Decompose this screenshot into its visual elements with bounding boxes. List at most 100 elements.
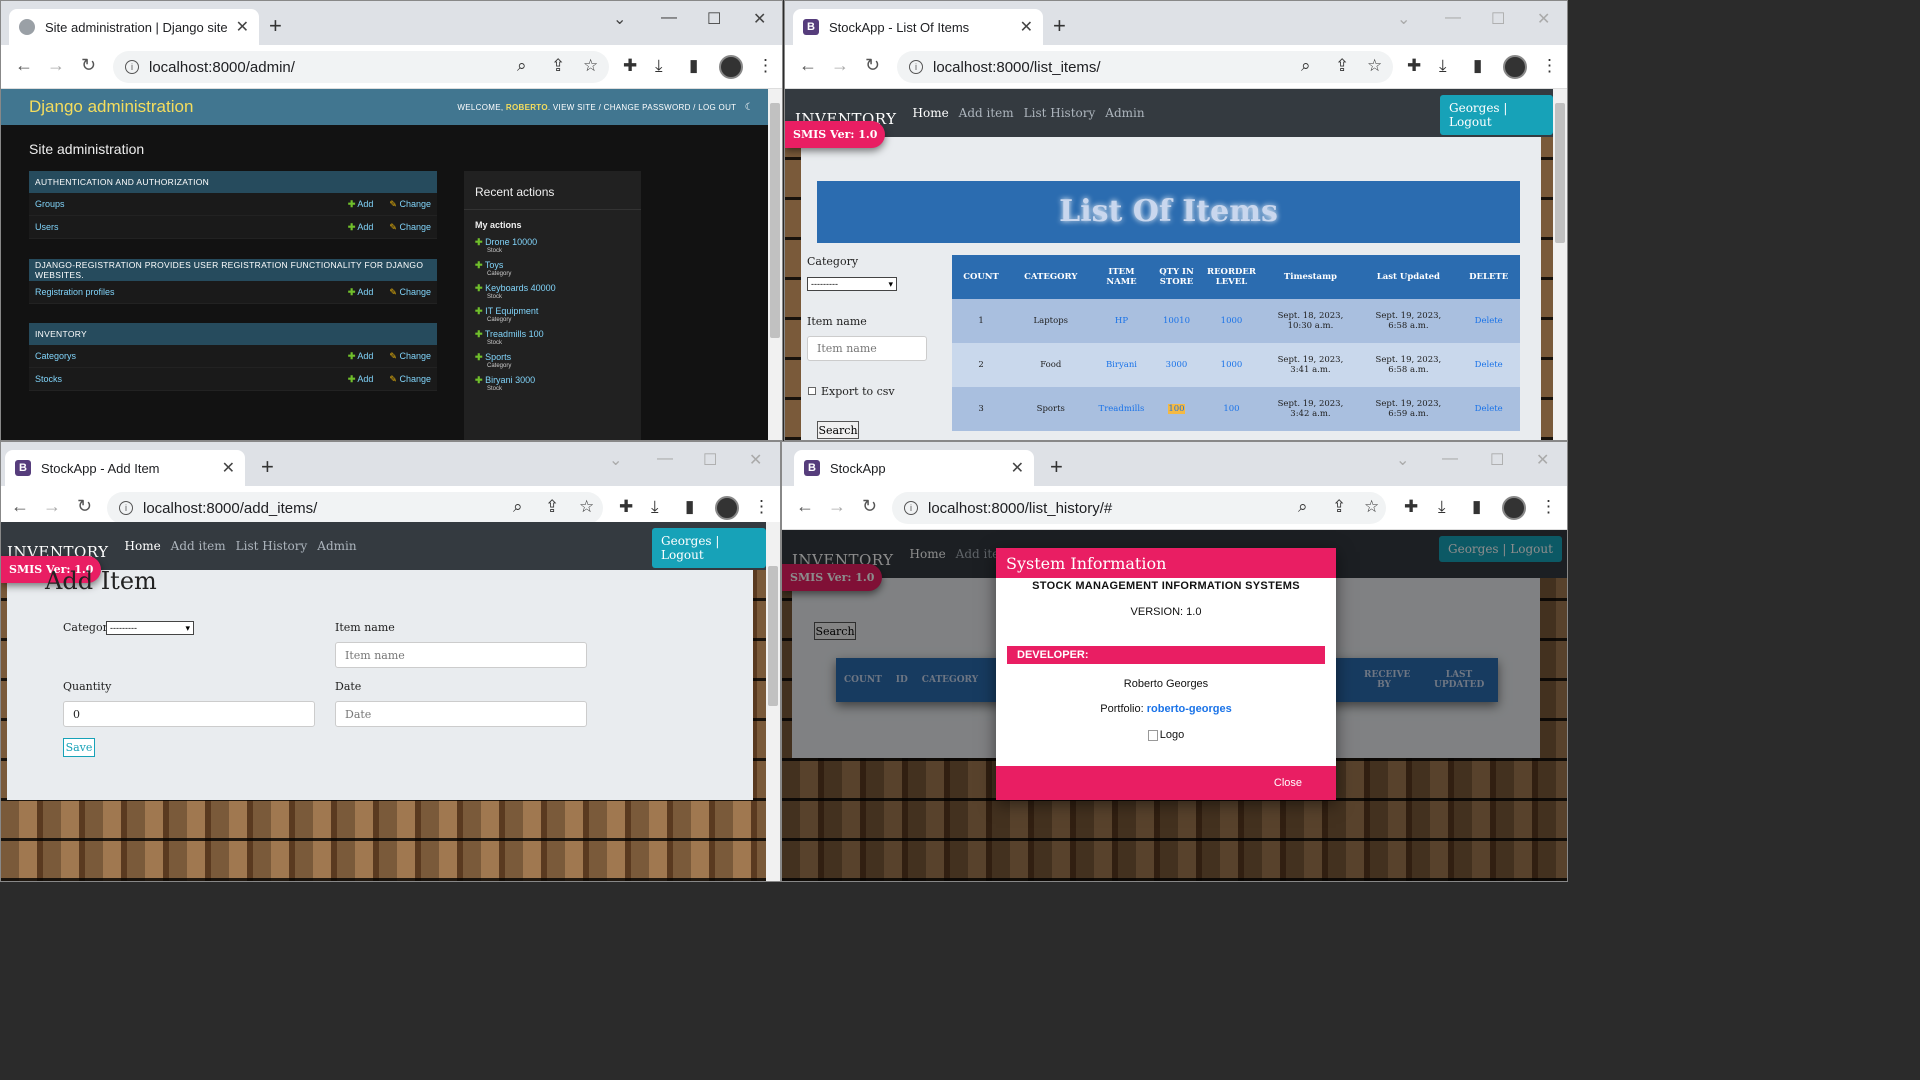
profile-avatar[interactable]	[1503, 55, 1527, 79]
side-panel-icon[interactable]: ▮	[689, 56, 698, 76]
bookmark-star-icon[interactable]: ☆	[1367, 56, 1382, 76]
delete-link[interactable]: Delete	[1457, 343, 1520, 387]
minimize-icon[interactable]: —	[1445, 9, 1461, 27]
close-tab-icon[interactable]: ✕	[1020, 17, 1033, 37]
minimize-icon[interactable]: —	[657, 450, 673, 468]
menu-icon[interactable]: ⋮	[753, 497, 770, 517]
logout-button[interactable]: Georges | Logout	[652, 528, 766, 568]
download-icon[interactable]: ⤓	[1438, 497, 1446, 517]
version-badge[interactable]: SMIS Ver: 1.0	[785, 121, 886, 148]
cell-qty-link[interactable]: 3000	[1151, 343, 1202, 387]
item-name-input[interactable]: Item name	[335, 642, 587, 668]
tab-search-icon[interactable]: ⌄	[1396, 450, 1409, 470]
model-link[interactable]: Users	[35, 222, 332, 232]
bookmark-star-icon[interactable]: ☆	[583, 56, 598, 76]
model-link[interactable]: Groups	[35, 199, 332, 209]
nav-list-history[interactable]: List History	[1024, 106, 1096, 120]
address-bar[interactable]: i localhost:8000/list_history/#	[892, 492, 1386, 524]
scrollbar[interactable]	[766, 522, 780, 881]
cell-item-link[interactable]: Treadmills	[1091, 387, 1152, 431]
export-csv-checkbox[interactable]	[808, 387, 816, 395]
action-link[interactable]: Toys	[485, 260, 504, 270]
extensions-icon[interactable]: ✚	[619, 497, 633, 517]
save-button[interactable]: Save	[63, 738, 95, 757]
new-tab-icon[interactable]: +	[261, 454, 274, 480]
action-link[interactable]: Biryani 3000	[485, 375, 535, 385]
portfolio-link[interactable]: roberto-georges	[1147, 703, 1232, 715]
delete-link[interactable]: Delete	[1457, 387, 1520, 431]
maximize-icon[interactable]: ☐	[1491, 9, 1505, 29]
nav-admin[interactable]: Admin	[1105, 106, 1144, 120]
close-window-icon[interactable]: ✕	[753, 9, 766, 29]
side-panel-icon[interactable]: ▮	[1472, 497, 1481, 517]
forward-icon[interactable]: →	[831, 55, 849, 76]
date-input[interactable]: Date	[335, 701, 587, 727]
delete-link[interactable]: Delete	[1457, 299, 1520, 343]
minimize-icon[interactable]: —	[661, 9, 677, 27]
profile-avatar[interactable]	[1502, 496, 1526, 520]
new-tab-icon[interactable]: +	[269, 13, 282, 39]
change-link[interactable]: ✎ Change	[389, 222, 431, 233]
menu-icon[interactable]: ⋮	[1541, 56, 1558, 76]
scrollbar[interactable]	[1553, 89, 1567, 440]
zoom-icon[interactable]: ⌕	[513, 497, 523, 517]
bookmark-star-icon[interactable]: ☆	[1364, 497, 1379, 517]
cell-reorder-link[interactable]: 1000	[1201, 299, 1262, 343]
maximize-icon[interactable]: ☐	[703, 450, 717, 470]
close-window-icon[interactable]: ✕	[1536, 450, 1549, 470]
add-link[interactable]: ✚ Add	[348, 351, 374, 362]
nav-add-item[interactable]: Add item	[171, 539, 226, 553]
profile-avatar[interactable]	[719, 55, 743, 79]
change-link[interactable]: ✎ Change	[389, 351, 431, 362]
logout-button[interactable]: Georges | Logout	[1440, 95, 1553, 135]
menu-icon[interactable]: ⋮	[757, 56, 774, 76]
back-icon[interactable]: ←	[799, 55, 817, 76]
add-link[interactable]: ✚ Add	[348, 374, 374, 385]
cell-reorder-link[interactable]: 1000	[1201, 343, 1262, 387]
action-link[interactable]: IT Equipment	[485, 306, 538, 316]
site-info-icon[interactable]: i	[119, 501, 133, 515]
model-link[interactable]: Registration profiles	[35, 287, 332, 297]
category-select[interactable]: --------- ▾	[106, 621, 194, 635]
browser-tab[interactable]: Site administration | Django site ✕	[9, 9, 259, 45]
model-link[interactable]: Categorys	[35, 351, 332, 361]
browser-tab[interactable]: B StockApp - List Of Items ✕	[793, 9, 1043, 45]
cell-item-link[interactable]: Biryani	[1091, 343, 1152, 387]
download-icon[interactable]: ⤓	[651, 497, 659, 517]
address-bar[interactable]: i localhost:8000/add_items/	[107, 492, 603, 524]
scrollbar-thumb[interactable]	[770, 103, 780, 338]
add-link[interactable]: ✚ Add	[348, 199, 374, 210]
add-link[interactable]: ✚ Add	[348, 222, 374, 233]
extensions-icon[interactable]: ✚	[623, 56, 637, 76]
action-link[interactable]: Sports	[485, 352, 511, 362]
site-info-icon[interactable]: i	[904, 501, 918, 515]
action-link[interactable]: Drone 10000	[485, 237, 537, 247]
low-stock-highlight[interactable]: 100	[1168, 404, 1185, 414]
side-panel-icon[interactable]: ▮	[1473, 56, 1482, 76]
browser-tab[interactable]: B StockApp ✕	[794, 450, 1034, 486]
share-icon[interactable]: ⇪	[551, 56, 565, 76]
extensions-icon[interactable]: ✚	[1404, 497, 1418, 517]
search-button[interactable]: Search	[817, 421, 859, 439]
close-tab-icon[interactable]: ✕	[1011, 458, 1024, 478]
minimize-icon[interactable]: —	[1442, 450, 1458, 468]
change-link[interactable]: ✎ Change	[389, 199, 431, 210]
address-bar[interactable]: i localhost:8000/list_items/	[897, 51, 1393, 83]
share-icon[interactable]: ⇪	[545, 497, 559, 517]
share-icon[interactable]: ⇪	[1332, 497, 1346, 517]
scrollbar[interactable]	[768, 89, 782, 440]
nav-home[interactable]: Home	[913, 106, 949, 120]
tab-search-icon[interactable]: ⌄	[609, 450, 622, 470]
scrollbar-thumb[interactable]	[768, 566, 778, 706]
add-link[interactable]: ✚ Add	[348, 287, 374, 298]
reload-icon[interactable]: ↻	[81, 55, 96, 76]
back-icon[interactable]: ←	[11, 496, 29, 517]
tab-search-icon[interactable]: ⌄	[613, 9, 626, 29]
maximize-icon[interactable]: ☐	[1490, 450, 1504, 470]
theme-toggle-icon[interactable]: ☾	[745, 102, 754, 113]
cell-reorder-link[interactable]: 100	[1201, 387, 1262, 431]
cell-item-link[interactable]: HP	[1091, 299, 1152, 343]
maximize-icon[interactable]: ☐	[707, 9, 721, 29]
back-icon[interactable]: ←	[15, 55, 33, 76]
zoom-icon[interactable]: ⌕	[1298, 497, 1308, 517]
